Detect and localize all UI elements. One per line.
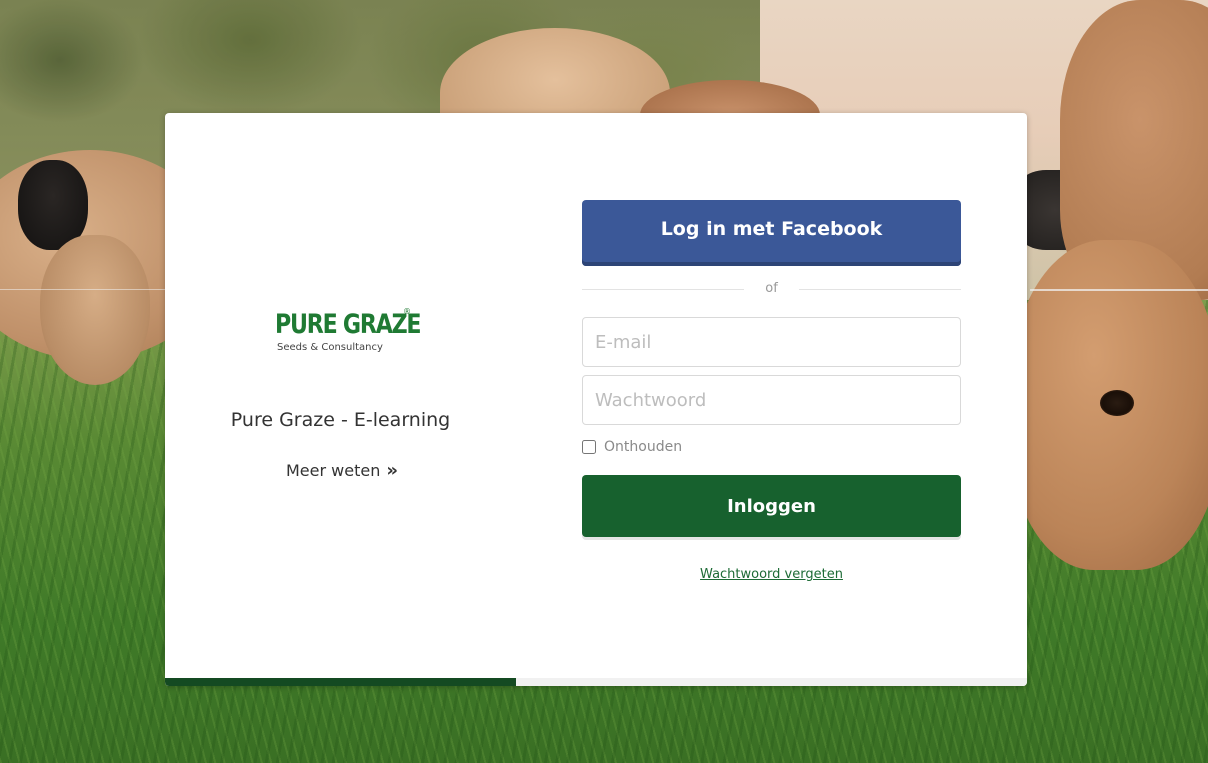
background-fence-wire xyxy=(1030,289,1208,291)
or-divider: of xyxy=(582,279,961,299)
login-page: PURE GRAZE ® Seeds & Consultancy Pure Gr… xyxy=(0,0,1208,763)
progress-bar-fill xyxy=(165,678,516,686)
email-field[interactable] xyxy=(582,317,961,367)
divider-line-right xyxy=(799,289,961,290)
double-chevron-right-icon: » xyxy=(386,460,398,481)
facebook-login-button[interactable]: Log in met Facebook xyxy=(582,200,961,266)
logo-wordmark: PURE GRAZE xyxy=(275,309,422,340)
password-field[interactable] xyxy=(582,375,961,425)
more-info-label: Meer weten xyxy=(286,461,381,480)
forgot-password-link[interactable]: Wachtwoord vergeten xyxy=(582,567,961,582)
remember-me: Onthouden xyxy=(582,437,682,457)
background-cow-eye xyxy=(1100,390,1134,416)
more-info-link[interactable]: Meer weten » xyxy=(165,460,516,481)
site-title: Pure Graze - E-learning xyxy=(230,409,451,431)
brand-panel: PURE GRAZE ® Seeds & Consultancy Pure Gr… xyxy=(165,113,581,686)
background-fence-wire-left xyxy=(0,289,170,290)
logo-tagline: Seeds & Consultancy xyxy=(277,342,383,353)
pure-graze-logo: PURE GRAZE ® Seeds & Consultancy xyxy=(275,307,422,369)
background-cow-left-head xyxy=(40,235,150,385)
logo-registered-mark: ® xyxy=(403,307,411,316)
progress-bar xyxy=(165,678,1027,686)
remember-label[interactable]: Onthouden xyxy=(604,439,682,455)
login-submit-button[interactable]: Inloggen xyxy=(582,475,961,537)
remember-checkbox[interactable] xyxy=(582,440,596,454)
login-card: PURE GRAZE ® Seeds & Consultancy Pure Gr… xyxy=(165,113,1027,686)
